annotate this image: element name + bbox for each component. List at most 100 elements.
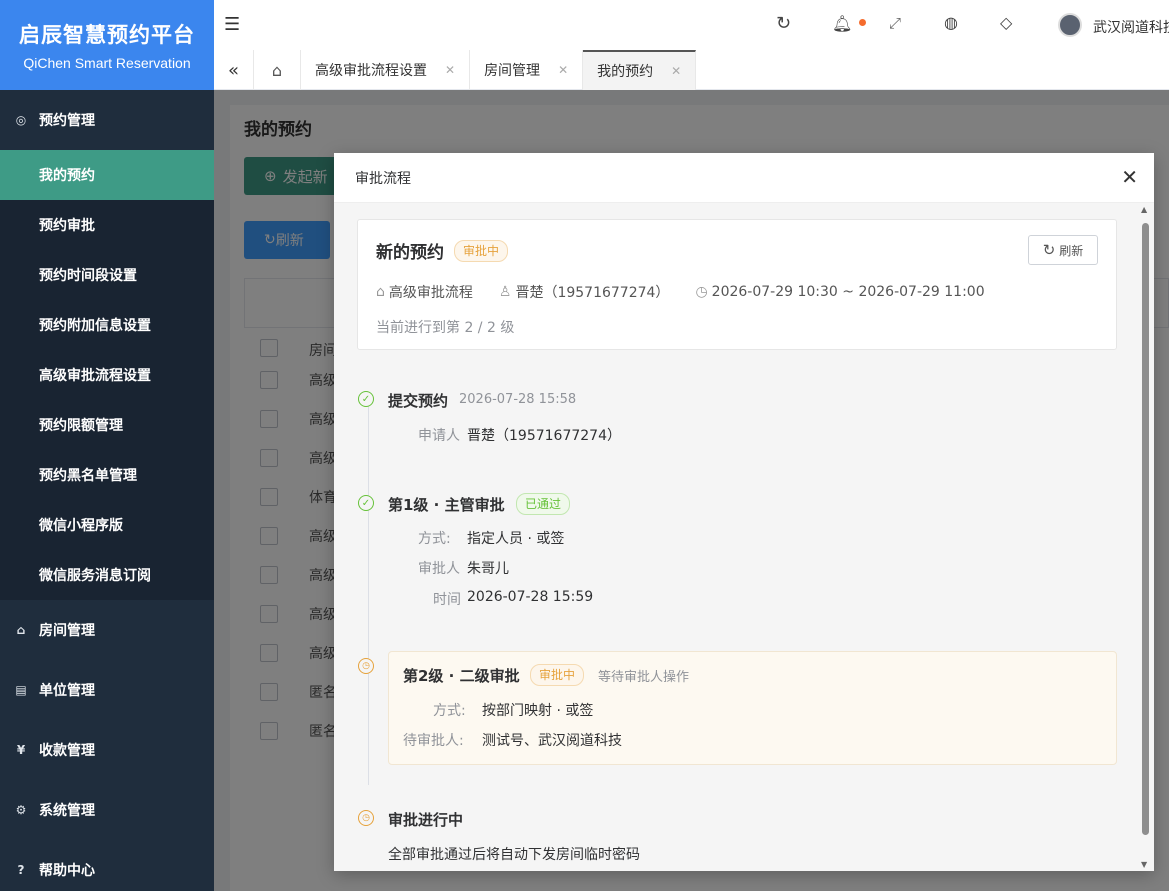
scroll-up-icon[interactable]: ▲ — [1141, 205, 1147, 214]
refresh-icon: ↻ — [1042, 241, 1056, 259]
bell-icon[interactable]: 🔔︎ — [832, 14, 852, 33]
step-value: 2026-07-28 15:59 — [467, 589, 594, 605]
tab-my-booking[interactable]: 我的预约 ✕ — [583, 50, 697, 90]
user-name[interactable]: 武汉阅道科技 — [1093, 17, 1169, 37]
menu-toggle-icon[interactable]: ☰ — [224, 14, 240, 35]
card-meta-row: ⌂ 高级审批流程 ♙ 晋楚（19571677274） ◷ 2026-07-29 … — [376, 282, 985, 302]
step-title: 审批进行中 — [388, 811, 464, 829]
close-icon[interactable]: ✕ — [558, 63, 568, 77]
avatar[interactable] — [1058, 13, 1082, 37]
topbar: ☰ ↻ 🔔︎ ⤢ ◍ ◇ 武汉阅道科技 — [214, 0, 1169, 50]
booking-time: 2026-07-29 10:30 ~ 2026-07-29 11:00 — [711, 284, 985, 300]
sidebar-item-my-booking[interactable]: 我的预约 — [0, 150, 214, 200]
check-circle-icon: ✓ — [358, 391, 374, 407]
approval-flow-dialog: 审批流程 ✕ 新的预约 审批中 ↻ 刷新 ⌂ 高级审批流程 ♙ 晋楚（195716… — [334, 153, 1154, 871]
step-time: 2026-07-28 15:58 — [459, 392, 577, 407]
menu-group-system[interactable]: ⚙ 系统管理 — [0, 780, 214, 840]
building-icon: ▤ — [15, 683, 27, 697]
sidebar-item-blacklist[interactable]: 预约黑名单管理 — [0, 450, 214, 500]
step-value: 指定人员 · 或签 — [467, 531, 565, 547]
status-badge: 已通过 — [516, 493, 571, 515]
tag-icon[interactable]: ◇ — [1000, 13, 1012, 32]
help-icon: ? — [17, 863, 25, 877]
yen-icon: ¥ — [16, 743, 26, 757]
menu-group-units[interactable]: ▤ 单位管理 — [0, 660, 214, 720]
step-title: 提交预约 — [388, 392, 449, 410]
brand-subtitle: QiChen Smart Reservation — [23, 55, 191, 71]
tabs-bar: « ⌂ 高级审批流程设置 ✕ 房间管理 ✕ 我的预约 ✕ — [214, 50, 1169, 90]
step-label: 方式: — [433, 703, 466, 719]
menu-group-label: 收款管理 — [39, 743, 95, 759]
palette-icon[interactable]: ◍ — [944, 13, 958, 32]
user-icon: ♙ — [498, 284, 512, 300]
tab-label: 高级审批流程设置 — [315, 63, 427, 79]
scrollbar-thumb[interactable] — [1142, 223, 1149, 835]
step-label: 申请人 — [418, 428, 460, 444]
booking-title: 新的预约 — [376, 243, 444, 263]
sidebar-item-miniprogram[interactable]: 微信小程序版 — [0, 500, 214, 550]
step-value: 晋楚（19571677274） — [467, 428, 621, 444]
step-title: 第2级 · 二级审批 — [403, 667, 520, 685]
sidebar-item-wechat-msg[interactable]: 微信服务消息订阅 — [0, 550, 214, 600]
step-label: 时间 — [433, 592, 461, 608]
sidebar: 启辰智慧预约平台 QiChen Smart Reservation ◎ 预约管理… — [0, 0, 214, 891]
scroll-down-icon[interactable]: ▼ — [1141, 860, 1147, 869]
step-description: 全部审批通过后将自动下发房间临时密码 — [388, 847, 640, 863]
step-label: 待审批人: — [403, 733, 464, 749]
dialog-scrollbar[interactable]: ▲ ▼ — [1141, 205, 1150, 869]
submenu-booking: 我的预约 预约审批 预约时间段设置 预约附加信息设置 高级审批流程设置 预约限额… — [0, 150, 214, 600]
collapse-tabs-button[interactable]: « — [214, 50, 254, 90]
card-title-row: 新的预约 审批中 — [376, 238, 509, 263]
brand-title: 启辰智慧预约平台 — [19, 23, 195, 47]
tab-label: 房间管理 — [484, 63, 541, 79]
eye-icon: ◎ — [15, 113, 27, 127]
menu-group-label: 帮助中心 — [39, 863, 95, 879]
timeline-line — [368, 403, 369, 785]
close-icon[interactable]: ✕ — [445, 63, 455, 77]
sidebar-item-extra-info[interactable]: 预约附加信息设置 — [0, 300, 214, 350]
card-refresh-button[interactable]: ↻ 刷新 — [1028, 235, 1098, 265]
fullscreen-icon[interactable]: ⤢ — [889, 14, 901, 32]
close-icon[interactable]: ✕ — [1121, 167, 1138, 187]
home-tab[interactable]: ⌂ — [254, 50, 301, 90]
tab-advanced-flow[interactable]: 高级审批流程设置 ✕ — [301, 50, 471, 90]
flow-name: 高级审批流程 — [388, 285, 473, 301]
dialog-header: 审批流程 ✕ — [334, 153, 1154, 203]
status-badge: 审批中 — [454, 239, 509, 262]
menu-group-help[interactable]: ? 帮助中心 — [0, 840, 214, 891]
step-note: 等待审批人操作 — [598, 670, 690, 685]
menu-group-label: 预约管理 — [39, 113, 95, 129]
sidebar-item-timeslot[interactable]: 预约时间段设置 — [0, 250, 214, 300]
progress-text: 当前进行到第 2 / 2 级 — [376, 320, 515, 336]
menu-group-booking[interactable]: ◎ 预约管理 — [0, 90, 214, 150]
notification-dot — [859, 19, 866, 26]
step-level-2: 第2级 · 二级审批 审批中 等待审批人操作 方式: 按部门映射 · 或签 待审… — [388, 651, 1117, 765]
sidebar-item-quota[interactable]: 预约限额管理 — [0, 400, 214, 450]
sidebar-item-advanced-flow[interactable]: 高级审批流程设置 — [0, 350, 214, 400]
home-icon: ⌂ — [16, 623, 26, 637]
menu-group-rooms[interactable]: ⌂ 房间管理 — [0, 600, 214, 660]
close-icon[interactable]: ✕ — [671, 64, 681, 78]
tab-rooms[interactable]: 房间管理 ✕ — [470, 50, 584, 90]
step-value: 朱哥儿 — [467, 561, 509, 577]
booking-summary-card: 新的预约 审批中 ↻ 刷新 ⌂ 高级审批流程 ♙ 晋楚（19571677274） … — [357, 219, 1117, 350]
refresh-icon[interactable]: ↻ — [776, 13, 791, 34]
home-icon: ⌂ — [271, 60, 283, 80]
gear-icon: ⚙ — [15, 803, 27, 817]
clock-icon: ◷ — [358, 810, 374, 826]
menu-group-label: 房间管理 — [39, 623, 95, 639]
dialog-title: 审批流程 — [355, 170, 411, 187]
status-badge: 审批中 — [530, 664, 585, 686]
check-circle-icon: ✓ — [358, 495, 374, 511]
step-label: 方式: — [418, 531, 451, 547]
tab-label: 我的预约 — [597, 64, 654, 80]
sidebar-item-booking-approval[interactable]: 预约审批 — [0, 200, 214, 250]
applicant: 晋楚（19571677274） — [515, 285, 670, 301]
menu-group-payment[interactable]: ¥ 收款管理 — [0, 720, 214, 780]
clock-icon: ◷ — [358, 658, 374, 674]
step-value: 测试号、武汉阅道科技 — [482, 733, 622, 749]
clock-icon: ◷ — [695, 284, 708, 300]
home-icon: ⌂ — [376, 284, 385, 300]
brand: 启辰智慧预约平台 QiChen Smart Reservation — [0, 0, 214, 90]
menu-group-label: 系统管理 — [39, 803, 95, 819]
